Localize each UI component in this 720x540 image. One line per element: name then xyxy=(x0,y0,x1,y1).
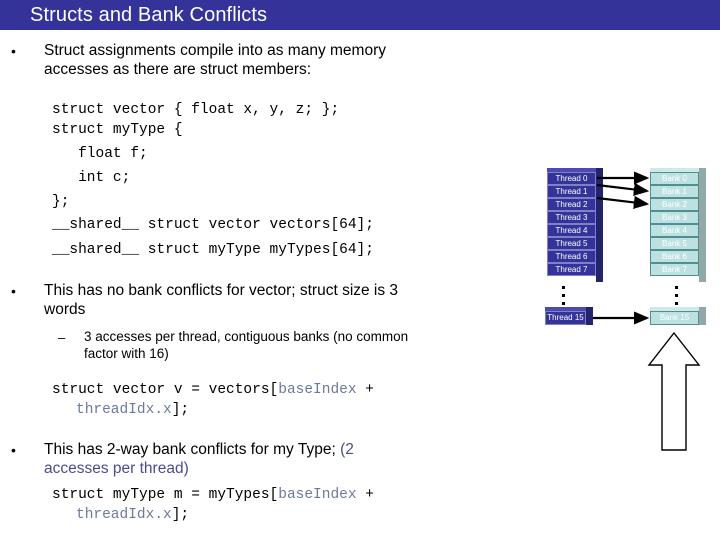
thread-box-15: Thread 15 xyxy=(545,311,586,325)
code-3-text-post: + xyxy=(356,487,374,503)
bullet-3-line-1: This has 2-way bank conflicts for my Typ… xyxy=(44,440,354,459)
bank-box-15: Bank 15 xyxy=(650,311,699,325)
code-block-1-line-5: }; xyxy=(52,194,70,210)
bullet-marker-2: • xyxy=(11,283,16,299)
code-block-1-line-4: int c; xyxy=(52,170,131,186)
arrow-thread1-bank1 xyxy=(596,182,650,196)
bullet-marker-1: • xyxy=(11,43,16,59)
code-2-line2-post: ]; xyxy=(171,402,190,418)
code-2-text-post: + xyxy=(356,382,374,398)
code-block-2-line-2: threadIdx.x]; xyxy=(76,401,189,421)
bullet-1-line-1: Struct assignments compile into as many … xyxy=(44,42,386,59)
sub-bullet-line-2: factor with 16) xyxy=(84,346,169,361)
page-title: Structs and Bank Conflicts xyxy=(30,4,268,26)
code-3-var-baseindex: baseIndex xyxy=(278,487,357,503)
code-block-3-line-2: threadIdx.x]; xyxy=(76,506,189,526)
arrow-thread2-bank2 xyxy=(596,195,650,209)
code-3-var-threadidx: threadIdx.x xyxy=(76,507,172,523)
code-block-1-line-1: struct vector { float x, y, z; }; xyxy=(52,102,340,118)
bullet-3-black-text: This has 2-way bank conflicts for my Typ… xyxy=(44,441,341,458)
bullet-2-line-1: This has no bank conflicts for vector; s… xyxy=(44,282,399,299)
code-3-line2-post: ]; xyxy=(171,507,190,523)
code-3-text-pre: struct myType m = myTypes[ xyxy=(52,487,279,503)
code-block-3-line-1: struct myType m = myTypes[baseIndex + xyxy=(52,486,374,506)
code-block-1-line-7: __shared__ struct myType myTypes[64]; xyxy=(52,242,374,258)
bullet-3-line-2: accesses per thread) xyxy=(44,460,189,477)
bullet-1-line-2: accesses as there are struct members: xyxy=(44,61,312,78)
sub-bullet-line-1: 3 accesses per thread, contiguous banks … xyxy=(84,329,409,344)
code-2-var-threadidx: threadIdx.x xyxy=(76,402,172,418)
code-2-text-pre: struct vector v = vectors[ xyxy=(52,382,279,398)
code-block-1-line-2: struct myType { xyxy=(52,122,183,138)
code-block-1-line-3: float f; xyxy=(52,146,148,162)
thread-bank-mapping-diagram: Thread 0 Thread 1 Thread 2 Thread 3 Thre… xyxy=(535,160,720,460)
thread-15-side-face xyxy=(586,307,593,325)
slide: Structs and Bank Conflicts • Struct assi… xyxy=(0,0,720,540)
sub-bullet-marker: – xyxy=(58,330,66,345)
slide-title-bar: Structs and Bank Conflicts xyxy=(0,0,720,30)
code-block-1-line-6: __shared__ struct vector vectors[64]; xyxy=(52,217,374,233)
bank-15-side-face xyxy=(699,307,706,325)
code-2-var-baseindex: baseIndex xyxy=(278,382,357,398)
bullet-3-accent-open: (2 xyxy=(340,441,354,458)
bullet-2-line-2: words xyxy=(44,301,86,318)
bullet-marker-3: • xyxy=(11,442,16,458)
code-block-2-line-1: struct vector v = vectors[baseIndex + xyxy=(52,381,374,401)
